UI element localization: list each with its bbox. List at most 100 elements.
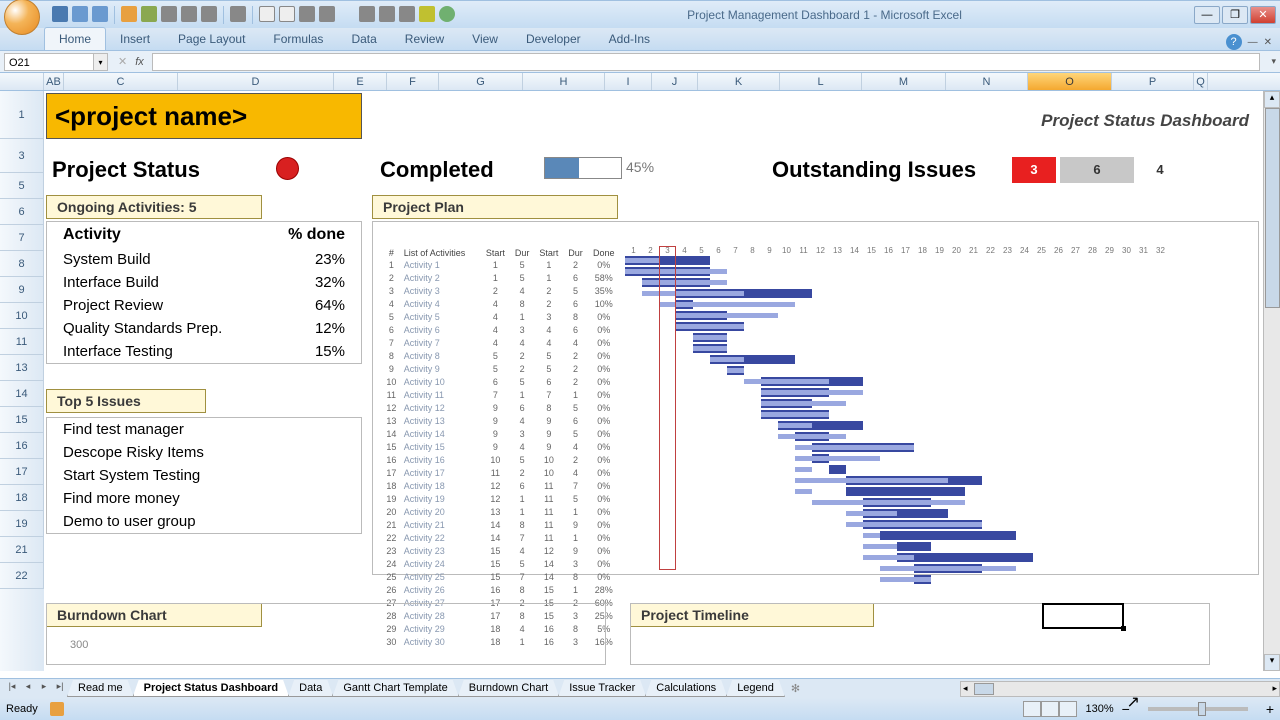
ribbon-tab-home[interactable]: Home	[44, 27, 106, 50]
sheet-tab-project-status-dashboard[interactable]: Project Status Dashboard	[133, 680, 289, 697]
row-header-19[interactable]: 19	[0, 511, 44, 537]
first-sheet-icon[interactable]: |◂	[4, 681, 20, 697]
row-header-14[interactable]: 14	[0, 381, 44, 407]
hscroll-thumb[interactable]	[974, 683, 994, 695]
row-header-9[interactable]: 9	[0, 277, 44, 303]
undo-icon[interactable]	[72, 6, 88, 22]
project-name-cell[interactable]: <project name>	[46, 93, 362, 139]
scroll-up-icon[interactable]: ▴	[1264, 91, 1280, 108]
align-icon[interactable]	[230, 6, 246, 22]
sheet-tab-read-me[interactable]: Read me	[67, 680, 134, 697]
next-sheet-icon[interactable]: ▸	[36, 681, 52, 697]
row-header-11[interactable]: 11	[0, 329, 44, 355]
normal-view-icon[interactable]	[1023, 701, 1041, 717]
row-header-15[interactable]: 15	[0, 407, 44, 433]
maximize-button[interactable]: ❐	[1222, 6, 1248, 24]
horizontal-scrollbar[interactable]: ◂ ▸	[960, 681, 1280, 697]
vertical-scrollbar[interactable]: ▴ ▾	[1263, 91, 1280, 671]
minimize-button[interactable]: —	[1194, 6, 1220, 24]
chart-icon[interactable]	[121, 6, 137, 22]
scroll-down-icon[interactable]: ▾	[1264, 654, 1280, 671]
col-header-E[interactable]: E	[334, 73, 387, 90]
page-layout-view-icon[interactable]	[1041, 701, 1059, 717]
name-box-dropdown[interactable]: ▾	[94, 53, 108, 71]
doc-icon[interactable]	[259, 6, 275, 22]
zoom-in-icon[interactable]: +	[1266, 701, 1274, 717]
cancel-icon[interactable]: ✕	[118, 55, 127, 68]
row-header-8[interactable]: 8	[0, 251, 44, 277]
copy-icon[interactable]	[279, 6, 295, 22]
ribbon-tab-data[interactable]: Data	[337, 28, 390, 50]
fx-label[interactable]: fx	[135, 56, 144, 68]
zoom-level[interactable]: 130%	[1085, 703, 1113, 715]
sheet-tab-data[interactable]: Data	[288, 680, 333, 697]
col-header-O[interactable]: O	[1028, 73, 1112, 90]
col-header-N[interactable]: N	[946, 73, 1028, 90]
row-header-3[interactable]: 3	[0, 139, 44, 173]
col-header-J[interactable]: J	[652, 73, 698, 90]
zoom-thumb[interactable]	[1198, 702, 1206, 716]
list-icon[interactable]	[379, 6, 395, 22]
col-header-K[interactable]: K	[698, 73, 780, 90]
fill-handle[interactable]	[1121, 626, 1126, 631]
sheet-tab-legend[interactable]: Legend	[726, 680, 785, 697]
sheet-tab-issue-tracker[interactable]: Issue Tracker	[558, 680, 646, 697]
ribbon-tab-add-ins[interactable]: Add-Ins	[595, 28, 664, 50]
prev-sheet-icon[interactable]: ◂	[20, 681, 36, 697]
col-header-C[interactable]: C	[64, 73, 178, 90]
print-icon[interactable]	[299, 6, 315, 22]
formula-input[interactable]	[152, 53, 1260, 71]
row-header-6[interactable]: 6	[0, 199, 44, 225]
office-button[interactable]	[4, 0, 40, 35]
col-header-L[interactable]: L	[780, 73, 862, 90]
row-header-16[interactable]: 16	[0, 433, 44, 459]
page-break-view-icon[interactable]	[1059, 701, 1077, 717]
calendar-icon[interactable]	[181, 6, 197, 22]
ribbon-minimize-icon[interactable]: —	[1248, 37, 1258, 48]
row-header-13[interactable]: 13	[0, 355, 44, 381]
row-header-1[interactable]: 1	[0, 91, 44, 139]
globe-icon[interactable]	[439, 6, 455, 22]
name-box[interactable]: O21	[4, 53, 94, 71]
burndown-chart-panel[interactable]	[46, 603, 606, 665]
col-header-I[interactable]: I	[605, 73, 652, 90]
sheet-tab-calculations[interactable]: Calculations	[645, 680, 727, 697]
camera-icon[interactable]	[161, 6, 177, 22]
close-button[interactable]: ✕	[1250, 6, 1276, 24]
ribbon-tab-developer[interactable]: Developer	[512, 28, 595, 50]
sheet-tab-burndown-chart[interactable]: Burndown Chart	[458, 680, 560, 697]
row-header-10[interactable]: 10	[0, 303, 44, 329]
col-header-G[interactable]: G	[439, 73, 523, 90]
last-sheet-icon[interactable]: ▸|	[52, 681, 68, 697]
help-icon[interactable]: ?	[1226, 34, 1242, 50]
scroll-thumb[interactable]	[1265, 108, 1280, 308]
col-header-AB[interactable]: AB	[44, 73, 64, 90]
paste-icon[interactable]	[141, 6, 157, 22]
row-header-21[interactable]: 21	[0, 537, 44, 563]
select-all-corner[interactable]	[0, 73, 44, 90]
macro-record-icon[interactable]	[50, 702, 64, 716]
ribbon-tab-page-layout[interactable]: Page Layout	[164, 28, 259, 50]
col-header-P[interactable]: P	[1112, 73, 1194, 90]
row-header-18[interactable]: 18	[0, 485, 44, 511]
row-header-7[interactable]: 7	[0, 225, 44, 251]
shapes-icon[interactable]	[419, 6, 435, 22]
pointer-icon[interactable]	[339, 6, 355, 22]
form-icon[interactable]	[359, 6, 375, 22]
gantt-chart[interactable]: 1234567891011121314151617181920212223242…	[625, 246, 1254, 570]
ribbon-tab-view[interactable]: View	[458, 28, 512, 50]
col-header-M[interactable]: M	[862, 73, 946, 90]
new-sheet-icon[interactable]: ✻	[791, 682, 800, 695]
ribbon-close-icon[interactable]: ✕	[1264, 37, 1272, 48]
sort-icon[interactable]	[201, 6, 217, 22]
col-header-H[interactable]: H	[523, 73, 605, 90]
ribbon-tab-formulas[interactable]: Formulas	[259, 28, 337, 50]
ribbon-tab-insert[interactable]: Insert	[106, 28, 164, 50]
redo-icon[interactable]	[92, 6, 108, 22]
numbering-icon[interactable]	[399, 6, 415, 22]
row-header-5[interactable]: 5	[0, 173, 44, 199]
save-icon[interactable]	[52, 6, 68, 22]
project-plan-panel[interactable]: #List of ActivitiesStartDurStartDurDone1…	[372, 221, 1259, 575]
col-header-D[interactable]: D	[178, 73, 334, 90]
preview-icon[interactable]	[319, 6, 335, 22]
